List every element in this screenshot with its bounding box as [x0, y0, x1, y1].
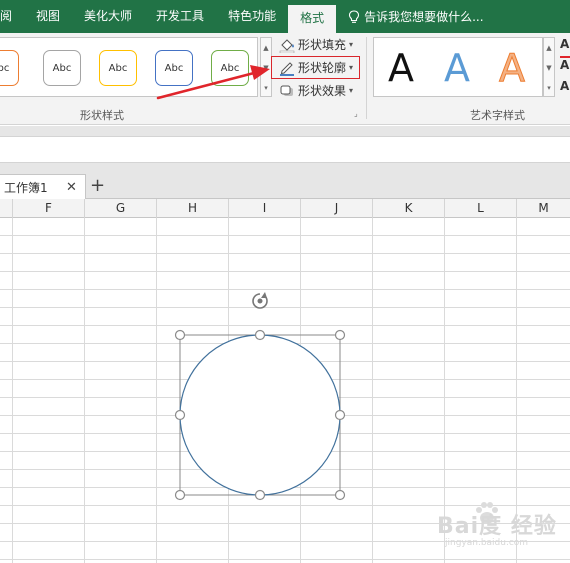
circle-shape[interactable] — [179, 334, 341, 496]
tab-special-features[interactable]: 特色功能 — [216, 0, 288, 33]
shape-effects-label: 形状效果 — [298, 84, 347, 98]
formula-gap — [0, 163, 570, 173]
resize-handle[interactable] — [174, 489, 186, 501]
highlight-box — [271, 56, 360, 79]
chevron-down-icon: ▾ — [349, 86, 354, 95]
group-divider — [366, 37, 367, 119]
tell-me-search[interactable]: 告诉我您想要做什么... — [336, 8, 484, 25]
close-icon[interactable]: ✕ — [66, 180, 77, 195]
grid-row-line — [0, 559, 570, 560]
column-header-j[interactable]: J — [301, 199, 373, 218]
column-header-h[interactable]: H — [157, 199, 229, 218]
grid-row-line — [0, 271, 570, 272]
shape-effects-icon — [280, 85, 293, 96]
column-header-l[interactable]: L — [445, 199, 517, 218]
grid-column-line — [12, 218, 13, 563]
tab-review[interactable]: 阅 — [0, 0, 24, 33]
scroll-down-icon[interactable]: ▼ — [261, 58, 271, 78]
tell-me-text: 告诉我您想要做什么... — [364, 10, 484, 24]
ribbon-tab-bar: 阅 视图 美化大师 开发工具 特色功能 格式 告诉我您想要做什么... — [0, 0, 570, 33]
shape-style-gallery: Abc Abc Abc Abc Abc — [0, 37, 258, 97]
dialog-launcher-icon[interactable]: ⌟ — [354, 109, 358, 118]
resize-handle[interactable] — [174, 409, 186, 421]
text-outline-button[interactable]: A — [560, 58, 570, 79]
resize-handle[interactable] — [334, 329, 346, 341]
wordart-gallery-scroll[interactable]: ▲ ▼ ▾ — [543, 37, 555, 97]
column-header-k[interactable]: K — [373, 199, 445, 218]
shape-fill-button[interactable]: 形状填充 ▾ — [279, 34, 353, 55]
shape-style-option[interactable]: Abc — [0, 50, 19, 86]
wordart-style-gallery: A A A — [373, 37, 543, 97]
gallery-more-icon[interactable]: ▾ — [544, 78, 554, 98]
formula-bar[interactable] — [0, 136, 570, 163]
ribbon-gap — [0, 126, 570, 136]
scroll-up-icon[interactable]: ▲ — [261, 38, 271, 58]
new-workbook-button[interactable]: + — [90, 176, 105, 196]
column-header-partial[interactable] — [0, 199, 13, 218]
rotate-handle-icon[interactable] — [252, 292, 268, 309]
column-header-m[interactable]: M — [517, 199, 570, 218]
shape-fill-label: 形状填充 — [298, 38, 347, 52]
workbook-tab-label: 工作簿1 — [4, 180, 48, 195]
chevron-down-icon: ▾ — [349, 40, 354, 49]
lightbulb-icon — [349, 9, 360, 23]
grid-row-line — [0, 253, 570, 254]
tab-format[interactable]: 格式 — [288, 5, 337, 33]
grid-column-line — [84, 218, 85, 563]
column-header-f[interactable]: F — [13, 199, 85, 218]
baidu-watermark: Bai度 经验 jingyan.baidu.com — [437, 500, 567, 555]
tab-beautify-master[interactable]: 美化大师 — [72, 0, 144, 33]
column-header-i[interactable]: I — [229, 199, 301, 218]
resize-handle[interactable] — [254, 329, 266, 341]
text-effects-button[interactable]: A — [560, 79, 570, 100]
scroll-down-icon[interactable]: ▼ — [544, 58, 554, 78]
tab-developer[interactable]: 开发工具 — [144, 0, 216, 33]
resize-handle[interactable] — [174, 329, 186, 341]
gallery-more-icon[interactable]: ▾ — [261, 78, 271, 98]
shape-style-option[interactable]: Abc — [211, 50, 249, 86]
column-header-g[interactable]: G — [85, 199, 157, 218]
grid-column-line — [372, 218, 373, 563]
shape-style-option[interactable]: Abc — [155, 50, 193, 86]
text-fill-button[interactable]: A — [560, 37, 570, 58]
text-format-commands: A A A — [560, 37, 570, 100]
shape-effects-button[interactable]: 形状效果 ▾ — [279, 80, 353, 101]
selected-circle-shape[interactable] — [170, 288, 354, 508]
scroll-up-icon[interactable]: ▲ — [544, 38, 554, 58]
watermark-subtext: jingyan.baidu.com — [445, 538, 529, 548]
wordart-style-option[interactable]: A — [388, 46, 414, 90]
shape-style-option[interactable]: Abc — [43, 50, 81, 86]
resize-handle[interactable] — [334, 409, 346, 421]
wordart-styles-group-label: 艺术字样式 — [470, 109, 525, 122]
workbook-tab-strip: 工作簿1 ✕ + — [0, 173, 570, 199]
excel-window: 阅 视图 美化大师 开发工具 特色功能 格式 告诉我您想要做什么... Abc … — [0, 0, 570, 563]
shape-styles-group-label: 形状样式 — [80, 109, 124, 122]
grid-row-line — [0, 235, 570, 236]
ribbon-body: Abc Abc Abc Abc Abc ▲ ▼ ▾ 形状填充 ▾ 形状轮 — [0, 33, 570, 125]
paint-bucket-icon — [279, 38, 295, 53]
resize-handle[interactable] — [254, 489, 266, 501]
workbook-tab[interactable]: 工作簿1 ✕ — [0, 174, 86, 199]
resize-handle[interactable] — [334, 489, 346, 501]
shape-style-option[interactable]: Abc — [99, 50, 137, 86]
wordart-style-option[interactable]: A — [499, 46, 526, 91]
wordart-style-option[interactable]: A — [444, 46, 470, 90]
watermark-text: Bai度 经验 — [437, 514, 557, 539]
tab-view[interactable]: 视图 — [24, 0, 72, 33]
grid-column-line — [156, 218, 157, 563]
column-header-row: F G H I J K L M — [0, 199, 570, 218]
